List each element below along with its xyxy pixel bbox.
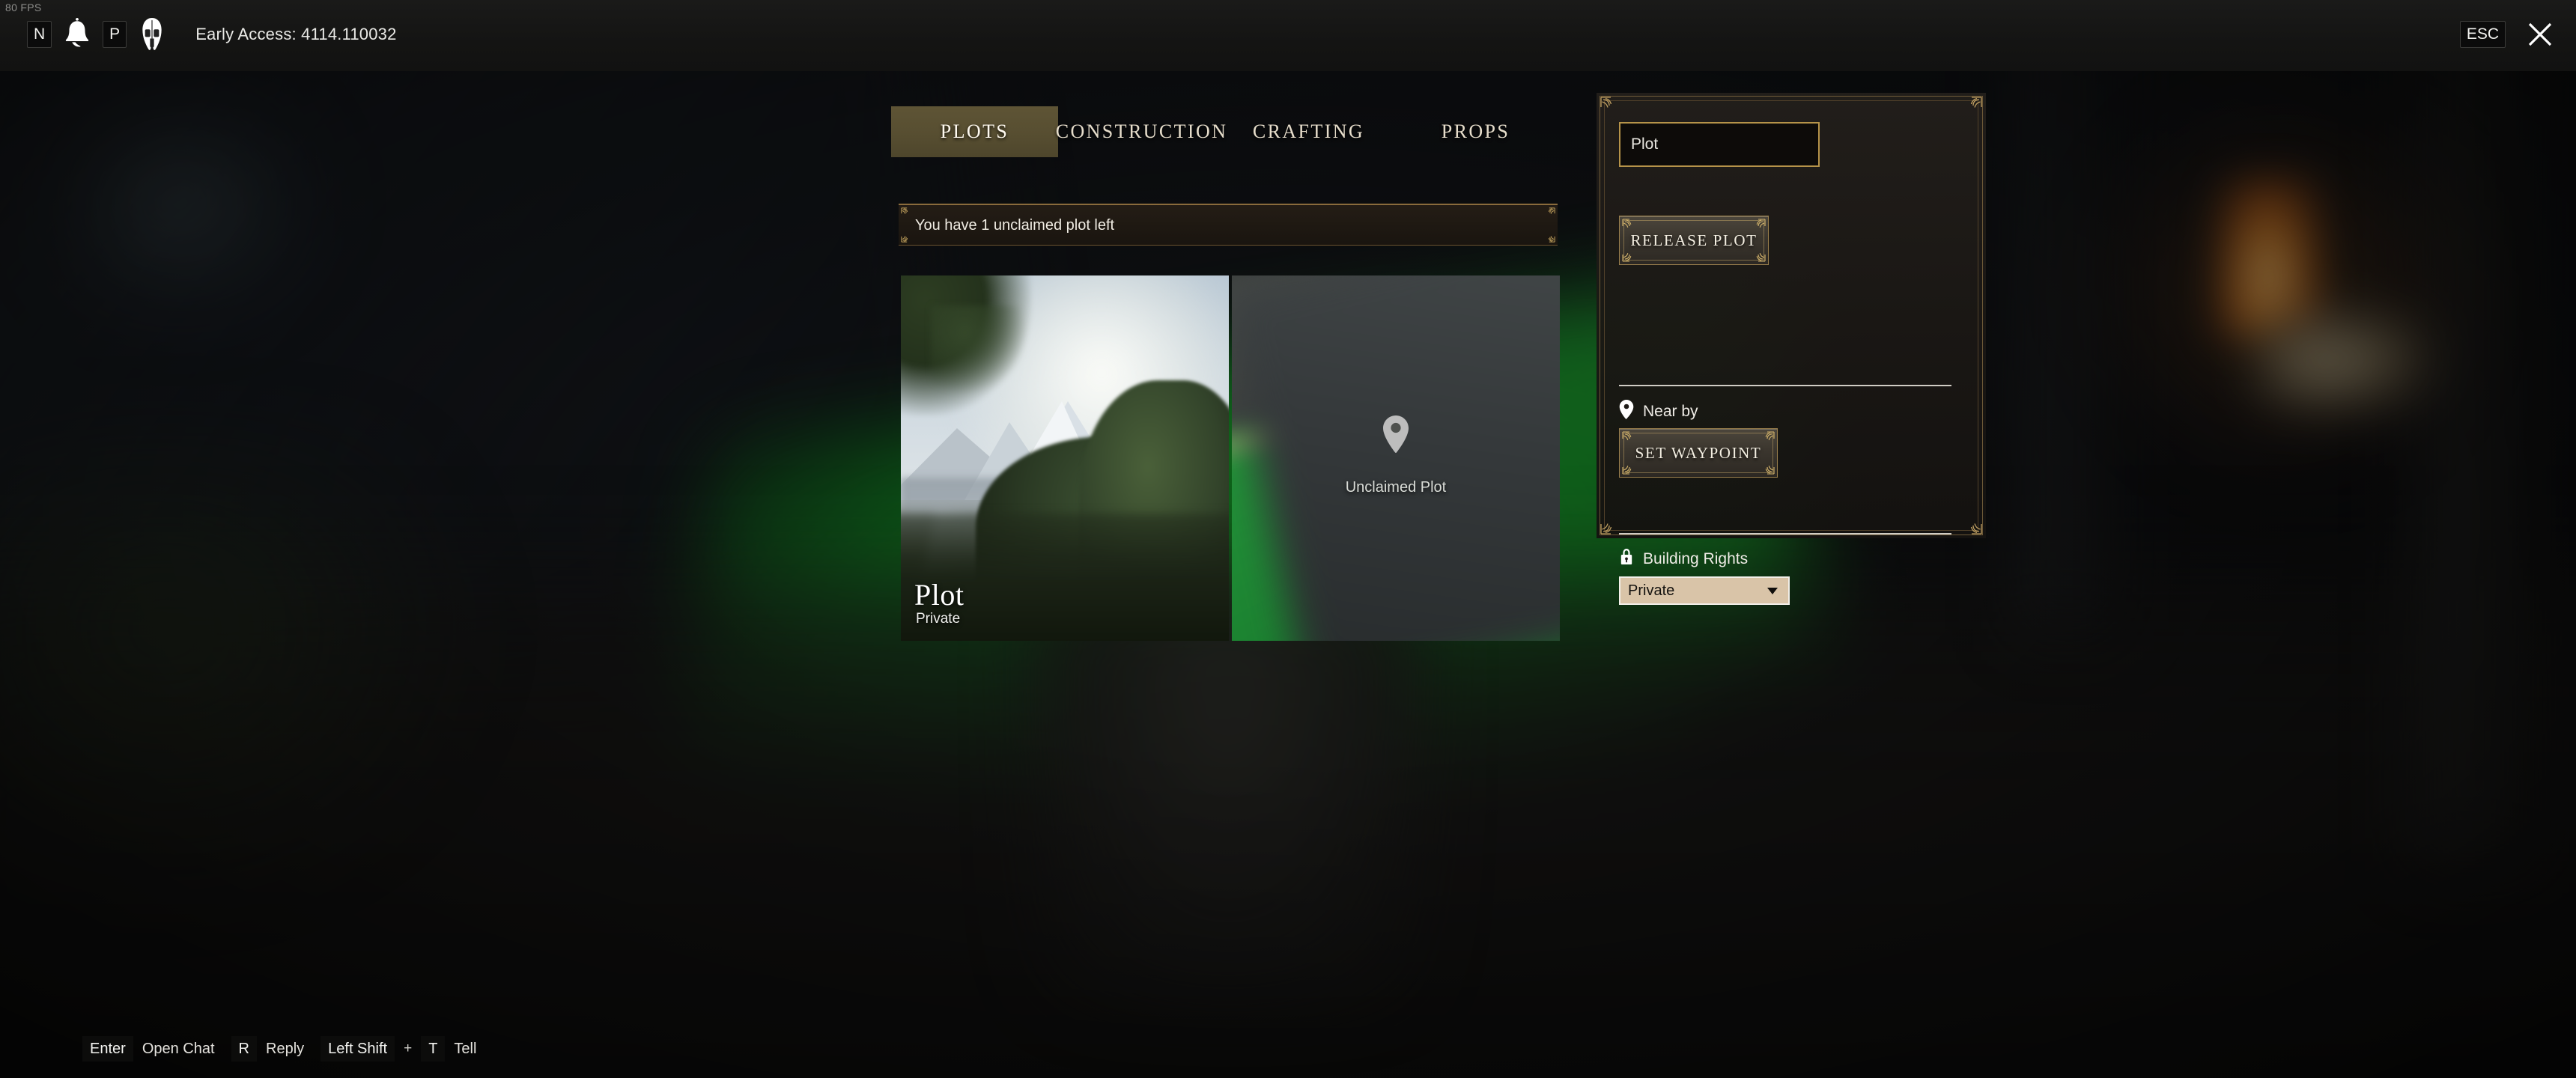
- plot-detail-panel: RELEASE PLOT Near by SET WAYPOINT: [1597, 93, 1986, 605]
- release-plot-label: RELEASE PLOT: [1630, 231, 1758, 249]
- map-pin-icon: [1619, 400, 1634, 423]
- keybind-plus: +: [404, 1041, 413, 1056]
- building-rights-label: Building Rights: [1643, 549, 1749, 567]
- main-tab-bar: PLOTS CONSTRUCTION CRAFTING PROPS: [891, 106, 1559, 157]
- knot-ornament-icon: [1600, 97, 1612, 108]
- plot-card-owned[interactable]: Plot Private: [901, 275, 1229, 641]
- plot-card-title: Unclaimed Plot: [1345, 479, 1447, 496]
- building-rights-select[interactable]: Private: [1619, 576, 1790, 605]
- plot-card-title: Plot: [914, 578, 965, 612]
- thumb-branch-2: [931, 305, 1028, 395]
- panel-divider: [1619, 385, 1951, 386]
- knot-ornament-icon: [1970, 97, 1982, 108]
- chat-keybind-hints: Enter Open Chat R Reply Left Shift + T T…: [82, 1036, 484, 1062]
- plot-card-list: Plot Private Unclaimed Plot: [901, 275, 1560, 641]
- knot-ornament-icon: [1548, 236, 1555, 243]
- knot-ornament-icon: [901, 207, 908, 214]
- knot-ornament-icon: [1548, 207, 1555, 214]
- knot-ornament-icon: [901, 236, 908, 243]
- tab-plots[interactable]: PLOTS: [891, 106, 1058, 157]
- building-rights-section-header: Building Rights: [1619, 548, 1748, 570]
- banner-text: You have 1 unclaimed plot left: [915, 217, 1115, 234]
- notifications-keycap[interactable]: N: [27, 21, 52, 48]
- set-waypoint-label: SET WAYPOINT: [1635, 443, 1762, 462]
- keybind-shift-cap[interactable]: Left Shift: [321, 1036, 395, 1062]
- panel-divider: [1619, 533, 1951, 535]
- map-pin-icon: [1380, 415, 1412, 459]
- tab-construction[interactable]: CONSTRUCTION: [1056, 106, 1226, 157]
- set-waypoint-button[interactable]: SET WAYPOINT: [1619, 428, 1778, 478]
- lock-icon: [1619, 548, 1634, 570]
- unclaimed-plot-banner: You have 1 unclaimed plot left: [899, 204, 1558, 246]
- bell-icon[interactable]: [62, 18, 92, 51]
- keybind-enter-cap[interactable]: Enter: [82, 1036, 133, 1062]
- fps-counter: 80 FPS: [5, 1, 42, 13]
- header-right-group: ESC: [2459, 19, 2555, 49]
- helmet-icon[interactable]: [137, 18, 167, 51]
- keybind-reply-cap[interactable]: R: [231, 1036, 257, 1062]
- plot-name-input[interactable]: [1619, 122, 1820, 167]
- tab-props[interactable]: PROPS: [1392, 106, 1559, 157]
- tab-crafting[interactable]: CRAFTING: [1225, 106, 1392, 157]
- knot-ornament-icon: [1600, 523, 1612, 535]
- header-left-group: N P Early Access: 4114.110032: [27, 18, 397, 51]
- nearby-section-header: Near by: [1619, 400, 1698, 423]
- nearby-label: Near by: [1643, 402, 1698, 420]
- keybind-enter-label: Open Chat: [142, 1040, 215, 1057]
- esc-keycap[interactable]: ESC: [2459, 21, 2506, 48]
- plot-card-unclaimed[interactable]: Unclaimed Plot: [1232, 275, 1560, 641]
- plot-card-subtitle: Private: [916, 611, 961, 627]
- close-x-icon[interactable]: [2525, 19, 2555, 49]
- character-keycap[interactable]: P: [103, 21, 127, 48]
- keybind-tell-label: Tell: [454, 1040, 477, 1057]
- keybind-reply-label: Reply: [266, 1040, 305, 1057]
- version-label: Early Access: 4114.110032: [195, 25, 397, 43]
- keybind-t-cap[interactable]: T: [421, 1036, 446, 1062]
- knot-ornament-icon: [1970, 523, 1982, 535]
- release-plot-button[interactable]: RELEASE PLOT: [1619, 216, 1769, 265]
- top-bar: 80 FPS N P Early Access: 4114.110032 ESC: [0, 0, 2576, 71]
